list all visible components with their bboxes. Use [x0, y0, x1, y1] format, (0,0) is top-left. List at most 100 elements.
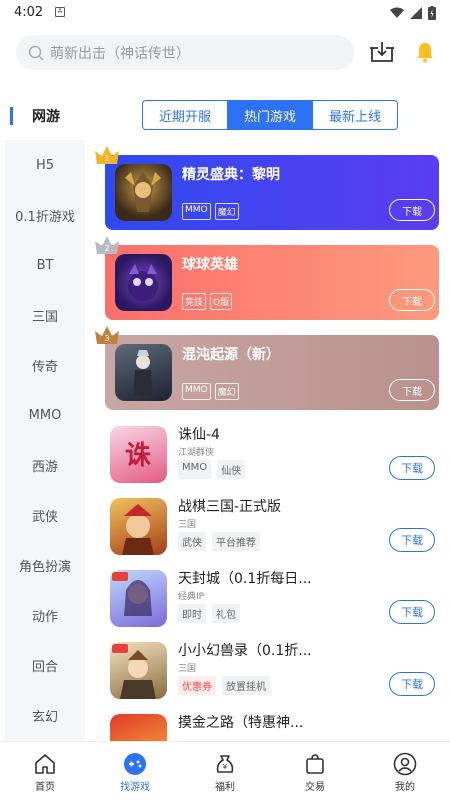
game-tag: 礼包: [212, 604, 240, 623]
game-subtitle: 三国: [178, 664, 197, 674]
sidebar-item-turn-based[interactable]: 回合: [5, 640, 85, 690]
notification-button[interactable]: [411, 38, 439, 66]
nav-profile[interactable]: 我的: [360, 742, 450, 800]
bell-icon: [417, 43, 433, 63]
sidebar-item-action[interactable]: 动作: [5, 590, 85, 640]
download-button[interactable]: 下载: [389, 379, 435, 401]
nav-label: 福利: [215, 782, 235, 793]
sidebar-item-bt[interactable]: BT: [5, 240, 85, 290]
list-item[interactable]: 摸金之路（特惠神...: [105, 712, 439, 741]
top-game-card-1[interactable]: 1 精灵盛典：黎明 MMO 魔幻 下载: [95, 146, 439, 230]
list-item[interactable]: 诛 诛仙-4 江湖群侠 MMO 仙侠 下载: [105, 424, 439, 494]
top-game-card-2[interactable]: 2 球球英雄 竞技 Q版 下载: [95, 236, 439, 320]
game-icon: [110, 714, 167, 741]
nav-welfare[interactable]: ¥ 福利: [180, 742, 270, 800]
game-tag: 魔幻: [214, 383, 239, 400]
game-tag: 魔幻: [214, 203, 239, 220]
game-icon: 诛: [110, 426, 167, 483]
nav-trade[interactable]: 交易: [270, 742, 360, 800]
game-icon: [110, 570, 167, 627]
list-item[interactable]: 战棋三国-正式版 三国 武侠 平台推荐 下载: [105, 496, 439, 566]
game-subtitle: 三国: [178, 520, 197, 530]
sidebar-item-wuxia[interactable]: 武侠: [5, 490, 85, 540]
system-icons: [390, 6, 436, 20]
game-tag: MMO: [178, 460, 212, 479]
search-placeholder: 萌新出击（神话传世）: [50, 45, 190, 62]
nav-home[interactable]: 首页: [0, 742, 90, 800]
game-icon: [115, 344, 172, 401]
find-game-icon: [124, 753, 146, 775]
game-tag: MMO: [182, 383, 211, 400]
sidebar-item-rpg[interactable]: 角色扮演: [5, 540, 85, 590]
game-tag: 放置挂机: [222, 676, 270, 695]
category-sidebar: 网游 H5 0.1折游戏 BT 三国 传奇 MMO 西游 武侠 角色扮演 动作 …: [0, 96, 86, 741]
game-tag: 仙侠: [217, 460, 246, 479]
tab-new-releases[interactable]: 最新上线: [313, 101, 397, 129]
game-icon: [115, 164, 172, 221]
tab-bar: 近期开服 热门游戏 最新上线: [142, 100, 398, 130]
download-button[interactable]: 下载: [389, 456, 435, 480]
trade-icon: [306, 754, 324, 774]
rank-3-crown-icon: 3: [95, 326, 119, 344]
svg-text:3: 3: [104, 334, 109, 343]
status-bar: 4:02 A: [0, 0, 450, 26]
sidebar-item-fantasy[interactable]: 玄幻: [5, 690, 85, 740]
active-indicator: [10, 107, 13, 125]
list-item[interactable]: 天封城（0.1折每日... 经典IP 即时 礼包 下载: [105, 568, 439, 638]
sidebar-item-three-kingdoms[interactable]: 三国: [5, 290, 85, 340]
wifi-icon: [390, 7, 404, 18]
nav-label: 找游戏: [120, 782, 150, 793]
search-input[interactable]: 萌新出击（神话传世）: [16, 35, 354, 70]
game-tags: MMO 魔幻: [182, 383, 239, 400]
download-button[interactable]: 下载: [389, 672, 435, 696]
game-name: 球球英雄: [182, 257, 238, 273]
tab-hot-games[interactable]: 热门游戏: [228, 101, 313, 129]
list-item[interactable]: 小小幻兽录（0.1折... 三国 优惠券 放置挂机 下载: [105, 640, 439, 710]
game-icon: [110, 642, 167, 699]
nav-label: 首页: [35, 782, 55, 793]
game-tag: 即时: [178, 604, 206, 623]
game-tag: Q版: [210, 293, 233, 310]
bottom-nav: 首页 找游戏 ¥ 福利 交易 我的: [0, 741, 450, 800]
sidebar-item-label: 网游: [32, 109, 60, 125]
game-name: 诛仙-4: [178, 427, 220, 443]
home-icon: [35, 754, 55, 774]
nav-find-game[interactable]: 找游戏: [90, 742, 180, 800]
sidebar-item-journey-west[interactable]: 西游: [5, 440, 85, 490]
sidebar-list: H5 0.1折游戏 BT 三国 传奇 MMO 西游 武侠 角色扮演 动作 回合 …: [5, 140, 85, 741]
status-time: 4:02: [14, 5, 44, 20]
tab-recent-servers[interactable]: 近期开服: [143, 101, 228, 129]
game-tag: 竞技: [182, 293, 207, 310]
game-tag: MMO: [182, 203, 211, 220]
game-tag: 武侠: [178, 532, 206, 551]
game-name: 混沌起源（新）: [182, 347, 280, 363]
game-icon: [115, 254, 172, 311]
download-manager-button[interactable]: [368, 38, 396, 66]
sidebar-item-mmo[interactable]: MMO: [5, 390, 85, 440]
notification-icon: A: [55, 7, 65, 17]
svg-text:2: 2: [104, 244, 109, 253]
svg-text:1: 1: [104, 154, 109, 163]
sidebar-item-discount[interactable]: 0.1折游戏: [5, 190, 85, 240]
signal-icon: [410, 7, 422, 19]
nav-label: 我的: [395, 782, 415, 793]
svg-text:¥: ¥: [223, 763, 228, 771]
download-button[interactable]: 下载: [389, 528, 435, 552]
sidebar-item-h5[interactable]: H5: [5, 140, 85, 190]
rank-2-crown-icon: 2: [95, 236, 119, 254]
sidebar-item-active[interactable]: 网游: [0, 96, 86, 136]
battery-icon: [428, 6, 436, 20]
game-tags: 即时 礼包: [178, 604, 240, 623]
download-button[interactable]: 下载: [389, 289, 435, 311]
game-name: 天封城（0.1折每日...: [178, 571, 312, 587]
game-subtitle: 经典IP: [178, 592, 205, 602]
svg-text:诛: 诛: [125, 441, 151, 471]
game-tags: 武侠 平台推荐: [178, 532, 260, 551]
download-button[interactable]: 下载: [389, 600, 435, 624]
game-tags: 竞技 Q版: [182, 293, 233, 310]
top-game-card-3[interactable]: 3 混沌起源（新） MMO 魔幻 下载: [95, 326, 439, 410]
sidebar-item-legend[interactable]: 传奇: [5, 340, 85, 390]
game-tags: 优惠券 放置挂机: [178, 676, 270, 695]
download-button[interactable]: 下载: [389, 199, 435, 221]
game-name: 战棋三国-正式版: [178, 499, 282, 515]
